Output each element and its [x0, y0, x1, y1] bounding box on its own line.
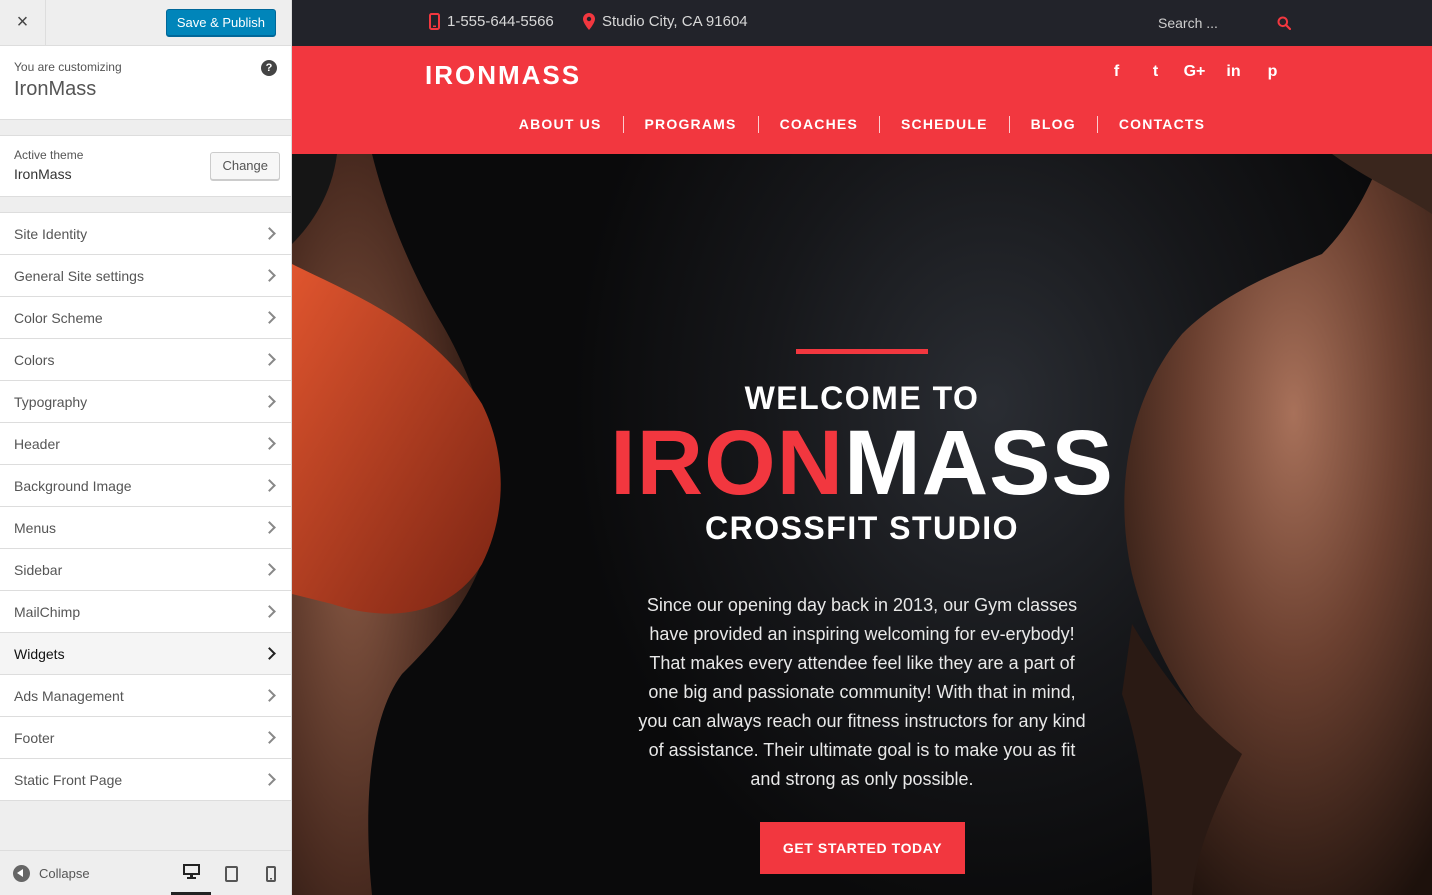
hero-brand-heading: IRONMASS — [292, 417, 1432, 509]
section-footer[interactable]: Footer — [0, 717, 291, 759]
location-contact: Studio City, CA 91604 — [583, 13, 748, 30]
section-site-identity[interactable]: Site Identity — [0, 213, 291, 255]
section-label: Background Image — [14, 477, 132, 494]
section-label: Widgets — [14, 645, 65, 662]
chevron-right-icon — [263, 395, 276, 408]
chevron-right-icon — [263, 521, 276, 534]
section-label: Colors — [14, 351, 55, 368]
nav-blog[interactable]: BLOG — [1010, 116, 1098, 133]
section-label: Static Front Page — [14, 771, 123, 788]
section-background-image[interactable]: Background Image — [0, 465, 291, 507]
chevron-right-icon — [263, 479, 276, 492]
chevron-right-icon — [263, 647, 276, 660]
site-logo[interactable]: IRONMASS — [425, 60, 581, 91]
section-typography[interactable]: Typography — [0, 381, 291, 423]
search-input[interactable] — [1158, 15, 1258, 31]
linkedin-icon[interactable]: in — [1214, 63, 1253, 81]
location-text: Studio City, CA 91604 — [602, 13, 748, 30]
site-preview: 1-555-644-5566 Studio City, CA 91604 IRO… — [292, 0, 1432, 895]
tablet-icon — [224, 865, 238, 882]
change-theme-button[interactable]: Change — [210, 152, 280, 180]
chevron-right-icon — [263, 227, 276, 240]
chevron-right-icon — [263, 269, 276, 282]
chevron-right-icon — [263, 773, 276, 786]
section-label: Sidebar — [14, 561, 63, 578]
section-label: Typography — [14, 393, 88, 410]
section-label: Menus — [14, 519, 57, 536]
map-pin-icon — [583, 13, 595, 30]
section-mailchimp[interactable]: MailChimp — [0, 591, 291, 633]
section-header[interactable]: Header — [0, 423, 291, 465]
customizing-info: You are customizing IronMass ? — [0, 46, 291, 120]
customizer-sidebar: × Save & Publish You are customizing Iro… — [0, 0, 292, 895]
phone-number: 1-555-644-5566 — [447, 13, 554, 30]
hero-accent-line — [796, 349, 928, 354]
section-label: Color Scheme — [14, 309, 103, 326]
social-links: f t G+ in p — [1097, 63, 1292, 81]
active-theme-box: Active theme IronMass Change — [0, 135, 291, 197]
nav-schedule[interactable]: SCHEDULE — [880, 116, 1010, 133]
section-sidebar[interactable]: Sidebar — [0, 549, 291, 591]
customizer-sections: Site Identity General Site settings Colo… — [0, 212, 291, 801]
nav-programs[interactable]: PROGRAMS — [624, 116, 759, 133]
collapse-label: Collapse — [39, 866, 90, 881]
site-topbar: 1-555-644-5566 Studio City, CA 91604 — [292, 0, 1432, 46]
close-customizer-button[interactable]: × — [0, 0, 46, 45]
chevron-right-icon — [263, 563, 276, 576]
hero-brand-white: MASS — [844, 412, 1114, 514]
customizer-header: × Save & Publish — [0, 0, 291, 46]
phone-icon — [429, 13, 440, 30]
section-menus[interactable]: Menus — [0, 507, 291, 549]
section-label: Header — [14, 435, 60, 452]
chevron-right-icon — [263, 689, 276, 702]
section-label: General Site settings — [14, 267, 144, 284]
collapse-arrow-icon — [13, 865, 30, 882]
customizing-site-name: IronMass — [14, 78, 97, 100]
section-color-scheme[interactable]: Color Scheme — [0, 297, 291, 339]
hero-banner: WELCOME TO IRONMASS CROSSFIT STUDIO Sinc… — [292, 154, 1432, 895]
mobile-icon — [266, 865, 276, 882]
pinterest-icon[interactable]: p — [1253, 63, 1292, 81]
twitter-icon[interactable]: t — [1136, 63, 1175, 81]
chevron-right-icon — [263, 311, 276, 324]
preview-tablet-button[interactable] — [211, 851, 251, 895]
main-nav: ABOUT US PROGRAMS COACHES SCHEDULE BLOG … — [292, 116, 1432, 133]
facebook-icon[interactable]: f — [1097, 63, 1136, 81]
section-label: Ads Management — [14, 687, 124, 704]
collapse-button[interactable]: Collapse — [13, 865, 90, 882]
section-label: Footer — [14, 729, 55, 746]
chevron-right-icon — [263, 353, 276, 366]
section-ads-management[interactable]: Ads Management — [0, 675, 291, 717]
section-static-front-page[interactable]: Static Front Page — [0, 759, 291, 801]
chevron-right-icon — [263, 605, 276, 618]
section-label: Site Identity — [14, 225, 88, 242]
hero-description: Since our opening day back in 2013, our … — [638, 595, 1086, 789]
phone-contact[interactable]: 1-555-644-5566 — [429, 13, 554, 30]
save-publish-button[interactable]: Save & Publish — [165, 9, 276, 37]
hero-subtitle: CROSSFIT STUDIO — [704, 510, 1020, 546]
chevron-right-icon — [263, 731, 276, 744]
preview-mobile-button[interactable] — [251, 851, 291, 895]
site-header: IRONMASS f t G+ in p ABOUT US PROGRAMS C… — [292, 46, 1432, 154]
section-general-site-settings[interactable]: General Site settings — [0, 255, 291, 297]
chevron-right-icon — [263, 437, 276, 450]
nav-coaches[interactable]: COACHES — [759, 116, 880, 133]
preview-desktop-button[interactable] — [171, 851, 211, 895]
search-icon[interactable] — [1277, 16, 1291, 30]
nav-about-us[interactable]: ABOUT US — [498, 116, 624, 133]
section-widgets[interactable]: Widgets — [0, 633, 291, 675]
hero-brand-red: IRON — [610, 412, 845, 514]
google-plus-icon[interactable]: G+ — [1175, 63, 1214, 81]
nav-contacts[interactable]: CONTACTS — [1098, 116, 1226, 133]
desktop-icon — [182, 864, 200, 879]
site-search — [1158, 11, 1298, 35]
customizing-label: You are customizing — [14, 60, 122, 74]
section-label: MailChimp — [14, 603, 81, 620]
help-icon[interactable]: ? — [261, 60, 277, 76]
get-started-button[interactable]: GET STARTED TODAY — [760, 822, 965, 874]
section-colors[interactable]: Colors — [0, 339, 291, 381]
customizer-footer: Collapse — [0, 850, 291, 895]
